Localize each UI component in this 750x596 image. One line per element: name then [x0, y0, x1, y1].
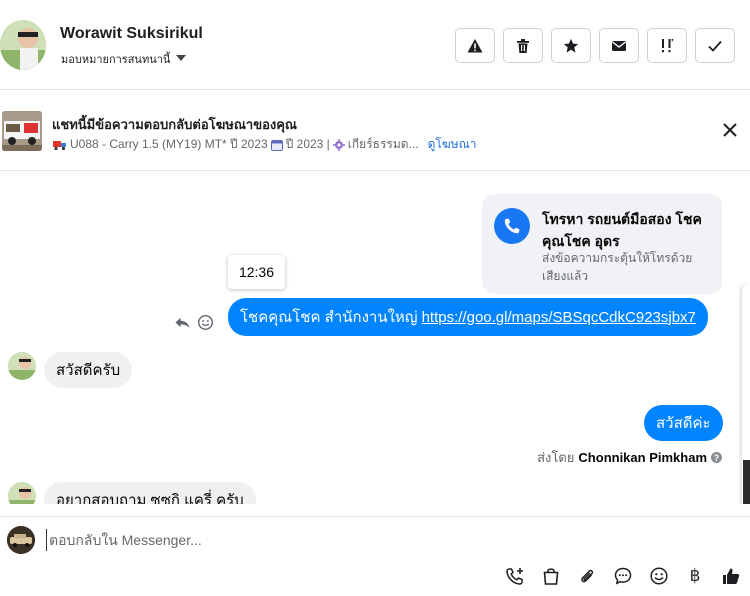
emoji-react-icon[interactable] — [197, 314, 214, 331]
follow-up-button[interactable] — [647, 28, 687, 63]
contact-name[interactable]: Worawit Suksirikul — [60, 25, 203, 43]
close-icon[interactable] — [722, 122, 738, 138]
calendar-icon — [270, 139, 283, 151]
sent-by-prefix: ส่งโดย — [537, 450, 575, 465]
view-ad-link[interactable]: ดูโฆษณา — [428, 135, 477, 154]
attachment-icon[interactable] — [576, 565, 598, 587]
side-panel-edge[interactable] — [741, 285, 750, 504]
star-icon — [563, 38, 579, 53]
sent-by-label: ส่งโดย Chonnikan Pimkham ? — [537, 447, 722, 468]
delete-button[interactable] — [503, 28, 543, 63]
call-card-title: โทรหา รถยนต์มือสอง โชคคุณโชค อุดร — [542, 211, 702, 249]
caret-down-icon — [176, 54, 187, 61]
incoming-message-question[interactable]: อยากสอบถาม ซูซูกิ แครี่ ครับ — [44, 482, 256, 504]
help-icon[interactable]: ? — [711, 452, 722, 463]
payment-icon[interactable]: ฿ — [684, 565, 706, 587]
call-add-icon[interactable] — [504, 565, 526, 587]
ad-year: ปี 2023 | — [285, 137, 330, 151]
phone-icon — [494, 208, 530, 244]
shopping-bag-icon[interactable] — [540, 565, 562, 587]
call-request-card[interactable]: โทรหา รถยนต์มือสอง โชคคุณโชค อุดร ส่งข้อ… — [482, 194, 722, 294]
message-actions — [174, 314, 214, 331]
sender-name: Chonnikan Pimkham — [578, 450, 707, 465]
message-composer: ฿ — [0, 516, 750, 596]
star-button[interactable] — [551, 28, 591, 63]
assign-label: มอบหมายการสนทนานี้ — [61, 54, 171, 66]
ad-model: U088 - Carry 1.5 (MY19) MT* ปี 2023 — [70, 137, 268, 151]
reply-input[interactable] — [46, 529, 706, 551]
outgoing-message-hello[interactable]: สวัสดีค่ะ — [644, 405, 723, 441]
thumbs-up-icon[interactable] — [720, 565, 742, 587]
reply-icon[interactable] — [174, 314, 191, 331]
incoming-message-hello[interactable]: สวัสดีครับ — [44, 352, 133, 388]
composer-toolbar: ฿ — [504, 565, 742, 587]
trash-icon — [517, 38, 529, 53]
contact-avatar[interactable] — [0, 20, 46, 70]
ad-details: U088 - Carry 1.5 (MY19) MT* ปี 2023 ปี 2… — [53, 135, 477, 154]
header-actions — [455, 28, 735, 63]
ad-gear: เกียร์ธรรมด... — [347, 137, 419, 151]
message-text: โชคคุณโชค สำนักงานใหญ่ — [240, 309, 418, 326]
ad-reply-notice: แชทนี้มีข้อความตอบกลับต่อโฆษณาของคุณ — [52, 117, 297, 132]
mail-icon — [612, 40, 626, 51]
timestamp-tooltip: 12:36 — [228, 255, 285, 289]
contact-avatar-small[interactable] — [8, 482, 36, 504]
maps-link[interactable]: https://goo.gl/maps/SBSqcCdkC923sjbx7 — [422, 309, 696, 326]
mark-unread-button[interactable] — [599, 28, 639, 63]
call-card-subtitle: ส่งข้อความกระตุ้นให้โทรด้วยเสียงแล้ว — [542, 251, 693, 283]
ad-thumbnail[interactable] — [2, 111, 42, 151]
message-thread[interactable]: โทรหา รถยนต์มือสอง โชคคุณโชค อุดร ส่งข้อ… — [0, 172, 750, 504]
outgoing-message-branch[interactable]: โชคคุณโชค สำนักงานใหญ่ https://goo.gl/ma… — [228, 298, 708, 336]
mark-done-button[interactable] — [695, 28, 735, 63]
assign-conversation-dropdown[interactable]: มอบหมายการสนทนานี้ — [61, 50, 187, 68]
conversation-header: Worawit Suksirikul มอบหมายการสนทนานี้ — [0, 0, 750, 90]
saved-replies-icon[interactable] — [612, 565, 634, 587]
emoji-icon[interactable] — [648, 565, 670, 587]
warning-icon — [467, 38, 483, 52]
side-panel-dark-block — [743, 460, 750, 504]
page-avatar — [7, 526, 35, 554]
check-icon — [708, 40, 722, 52]
gear-icon — [332, 138, 345, 151]
ad-context-bar: แชทนี้มีข้อความตอบกลับต่อโฆษณาของคุณ U08… — [0, 91, 750, 171]
truck-icon — [53, 140, 66, 150]
mark-spam-button[interactable] — [455, 28, 495, 63]
contact-avatar-small[interactable] — [8, 352, 36, 380]
important-icon — [662, 38, 674, 52]
